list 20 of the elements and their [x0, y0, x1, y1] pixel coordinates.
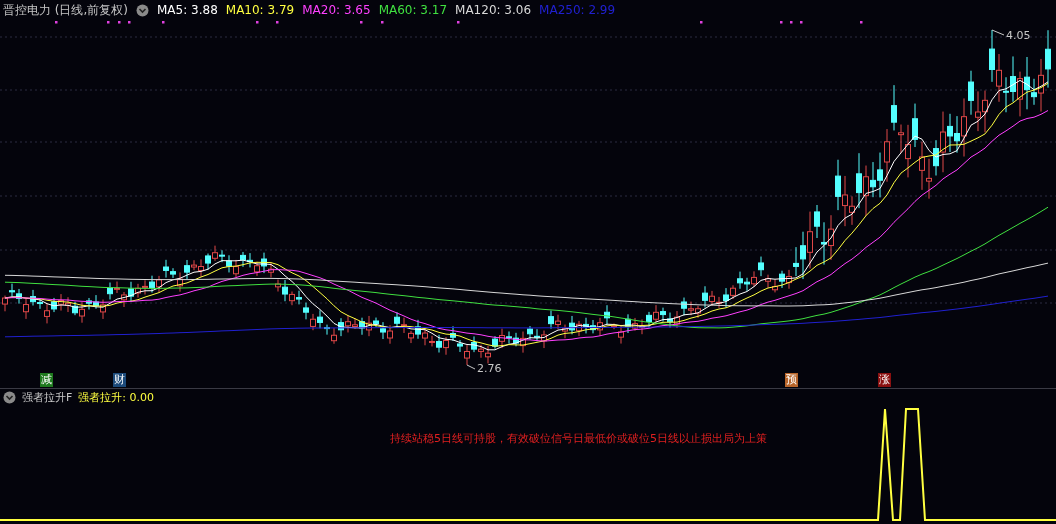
leader-line: [991, 29, 1005, 36]
signal-marker: 财: [113, 373, 126, 387]
dropdown-icon[interactable]: [3, 390, 16, 404]
leader-line: [466, 364, 476, 370]
signal-marker: 涨: [878, 373, 891, 387]
signal-marker: 减: [40, 373, 53, 387]
chart-title: 晋控电力 (日线,前复权): [3, 1, 128, 19]
moving-average-legend: MA60: 3.17: [378, 3, 448, 17]
signal-marker: 预: [785, 373, 798, 387]
price-label: 4.05: [1006, 29, 1031, 42]
indicator-reading: 强者拉升: 0.00: [78, 389, 155, 405]
strategy-note: 持续站稳5日线可持股，有效破位信号日最低价或破位5日线以止损出局为上策: [390, 431, 767, 446]
moving-average-legend: MA120: 3.06: [455, 3, 532, 17]
moving-average-legend: MA5: 3.88: [157, 3, 218, 17]
moving-average-legend: MA250: 2.99: [539, 3, 616, 17]
indicator-name: 强者拉升F: [22, 389, 73, 405]
price-label: 2.76: [477, 362, 502, 375]
dropdown-icon[interactable]: [136, 3, 149, 17]
moving-average-legend: MA20: 3.65: [302, 3, 371, 17]
moving-average-legend: MA10: 3.79: [225, 3, 295, 17]
